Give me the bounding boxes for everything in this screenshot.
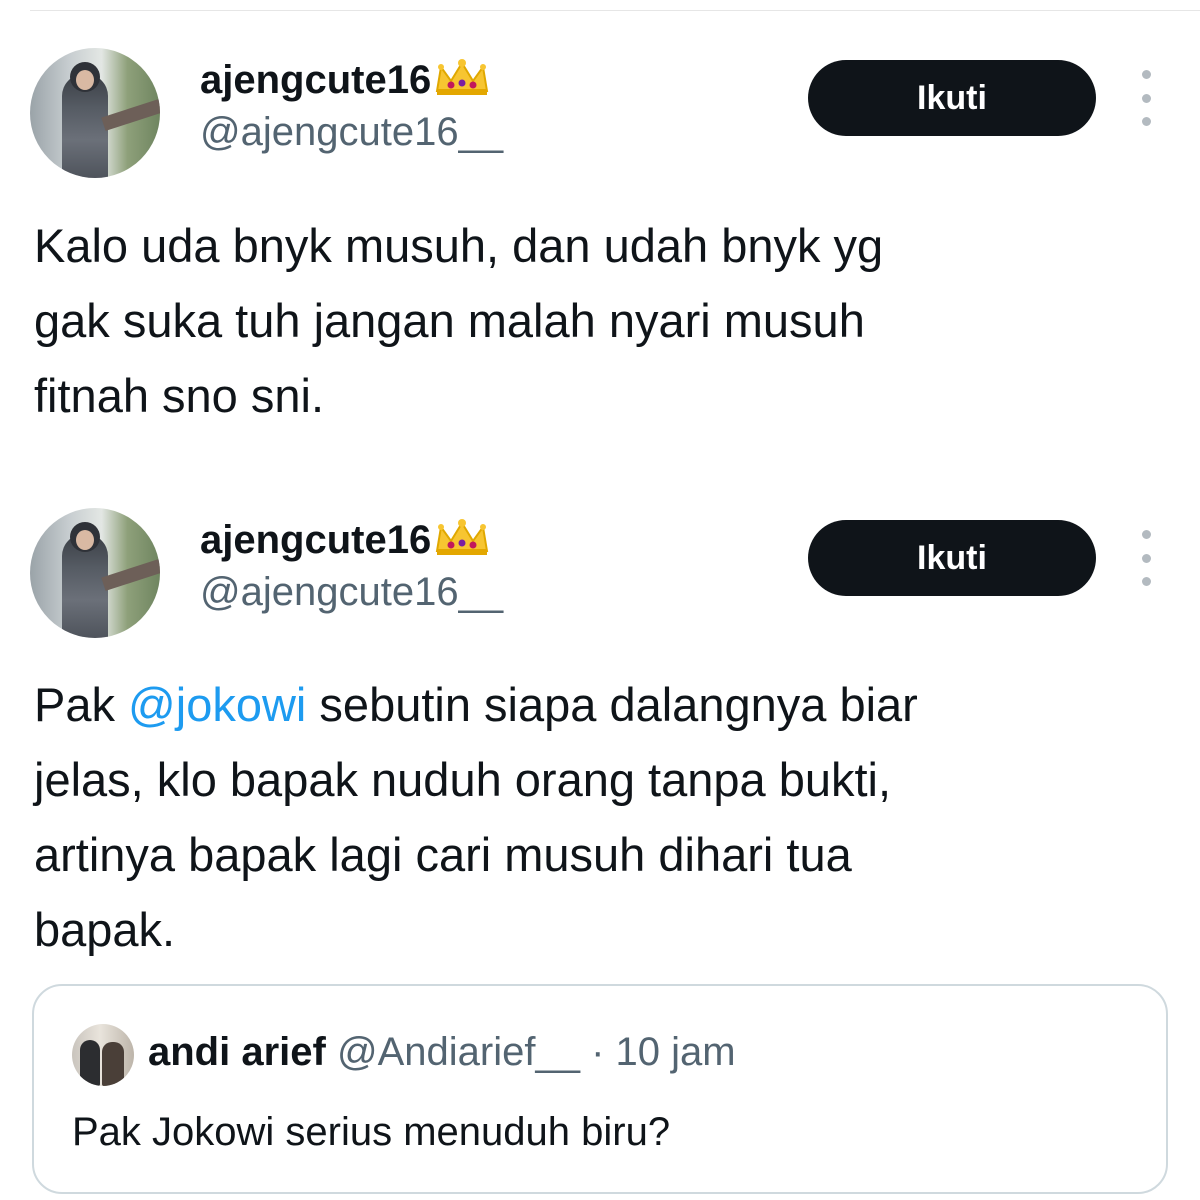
tweet-1-display-name[interactable]: ajengcute16 [200, 56, 491, 104]
quoted-tweet-avatar[interactable] [72, 1024, 134, 1086]
avatar-rail [101, 559, 160, 591]
tweet-1-avatar[interactable] [30, 48, 160, 178]
avatar-face [76, 530, 94, 550]
tweet-2-text-prefix: Pak [34, 678, 129, 731]
more-options-icon[interactable] [1134, 70, 1158, 126]
tweet-2-display-name-text: ajengcute16 [200, 518, 432, 562]
tweet-2-header: ajengcute16 @ajengcute16__ Ikuti [0, 508, 1200, 658]
mention-link[interactable]: @jokowi [128, 678, 306, 731]
tweet-2-text-line: artinya bapak lagi cari musuh dihari tua [34, 828, 852, 881]
quoted-tweet-meta: andi arief @Andiarief__ · 10 jam [148, 1026, 736, 1078]
tweet-1-header: ajengcute16 @ajengcute16__ Ikuti [0, 48, 1200, 198]
avatar-person [80, 1040, 100, 1086]
tweet-1-text-line: fitnah sno sni. [34, 369, 325, 422]
more-options-icon[interactable] [1134, 530, 1158, 586]
tweet-1-text-line: gak suka tuh jangan malah nyari musuh [34, 294, 865, 347]
tweet-2-text-line-1: Pak @jokowi sebutin siapa dalangnya biar [34, 667, 1164, 742]
avatar-person [102, 1042, 124, 1086]
tweet-1-display-name-text: ajengcute16 [200, 58, 432, 102]
tweet-2-text-suffix: sebutin siapa dalangnya biar [306, 678, 918, 731]
more-dot [1141, 70, 1151, 79]
quoted-tweet-handle[interactable]: @Andiarief__ [337, 1030, 580, 1074]
tweet-2-text: Pak @jokowi sebutin siapa dalangnya biar… [34, 667, 1164, 967]
tweet-1-handle[interactable]: @ajengcute16__ [200, 108, 503, 156]
crown-icon [436, 519, 489, 555]
more-dot [1141, 577, 1151, 586]
tweet-2-handle[interactable]: @ajengcute16__ [200, 568, 503, 616]
more-dot [1141, 93, 1151, 103]
tweet-2-follow-button[interactable]: Ikuti [808, 520, 1096, 596]
quoted-tweet-card[interactable]: andi arief @Andiarief__ · 10 jam Pak Jok… [32, 984, 1168, 1194]
tweet-2-text-line: jelas, klo bapak nuduh orang tanpa bukti… [34, 753, 892, 806]
avatar-rail [101, 99, 160, 131]
crown-icon [436, 59, 489, 95]
tweet-1-text: Kalo uda bnyk musuh, dan udah bnyk yg ga… [34, 208, 1164, 433]
quoted-tweet-text: Pak Jokowi serius menuduh biru? [72, 1110, 671, 1154]
more-dot [1141, 553, 1151, 563]
tweet-1-text-line: Kalo uda bnyk musuh, dan udah bnyk yg [34, 219, 884, 272]
tweet-2-display-name[interactable]: ajengcute16 [200, 516, 491, 564]
tweet-1-follow-button[interactable]: Ikuti [808, 60, 1096, 136]
more-dot [1141, 117, 1151, 126]
more-dot [1141, 530, 1151, 539]
avatar-face [76, 70, 94, 90]
quoted-tweet-name[interactable]: andi arief [148, 1030, 326, 1074]
quoted-tweet-time: · 10 jam [591, 1030, 736, 1074]
tweet-2-avatar[interactable] [30, 508, 160, 638]
tweet-2-text-line: bapak. [34, 903, 176, 956]
top-divider [30, 10, 1200, 11]
